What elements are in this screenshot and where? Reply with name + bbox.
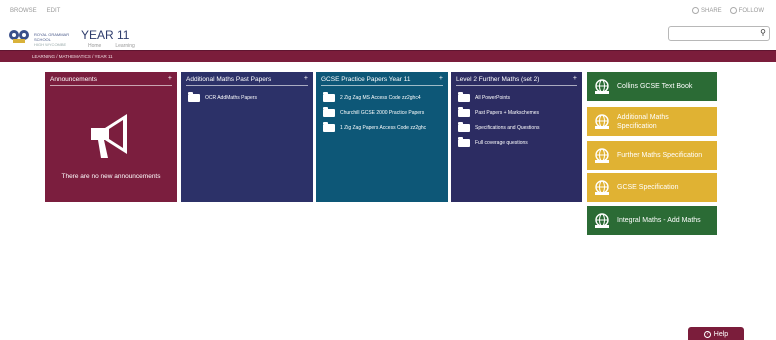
follow-button[interactable]: FOLLOW	[729, 7, 764, 14]
school-name-line2: HIGH WYCOMBE	[34, 42, 67, 47]
list-item[interactable]: Churchill GCSE 2000 Practice Papers	[323, 107, 444, 117]
megaphone-icon	[91, 114, 127, 158]
globe-link-icon	[595, 180, 609, 195]
gcse-spec-button[interactable]: GCSE Specification	[587, 173, 717, 202]
school-logo[interactable]	[8, 28, 30, 44]
list-item[interactable]: Full coverage questions	[458, 137, 578, 147]
level2-further-maths-title[interactable]: Level 2 Further Maths (set 2)	[456, 76, 539, 83]
folder-icon	[458, 107, 470, 117]
announcements-title[interactable]: Announcements	[50, 76, 97, 83]
globe-link-icon	[595, 213, 609, 228]
page-title: YEAR 11	[81, 28, 130, 42]
additional-maths-add-button[interactable]: +	[304, 75, 308, 82]
share-icon	[691, 7, 699, 14]
additional-maths-title[interactable]: Additional Maths Past Papers	[186, 76, 271, 83]
additional-maths-tile: Additional Maths Past Papers + OCR AddMa…	[181, 72, 313, 202]
gcse-practice-header: GCSE Practice Papers Year 11 +	[321, 75, 443, 86]
browse-link[interactable]: BROWSE	[10, 8, 37, 14]
globe-link-icon	[595, 114, 609, 129]
gcse-practice-tile: GCSE Practice Papers Year 11 + 2 Zig Zag…	[316, 72, 448, 202]
additional-maths-header: Additional Maths Past Papers +	[186, 75, 308, 86]
site-header: ROYAL GRAMMAR SCHOOL HIGH WYCOMBE YEAR 1…	[0, 22, 776, 50]
follow-label: FOLLOW	[738, 7, 764, 14]
level2-further-maths-tile: Level 2 Further Maths (set 2) + All Powe…	[451, 72, 582, 202]
search-input[interactable]	[672, 32, 756, 45]
folder-icon	[323, 107, 335, 117]
announcements-add-button[interactable]: +	[168, 75, 172, 82]
help-icon: ?	[703, 331, 711, 338]
sub-navigation: Home Learning	[88, 43, 135, 49]
folder-icon	[188, 92, 200, 102]
collins-textbook-button[interactable]: Collins GCSE Text Book	[587, 72, 717, 101]
further-maths-spec-button[interactable]: Further Maths Specification	[587, 141, 717, 170]
no-announcements-text: There are no new announcements	[61, 173, 161, 180]
folder-icon	[323, 92, 335, 102]
edit-link[interactable]: EDIT	[47, 8, 61, 14]
button-label: Additional Maths Specification	[617, 113, 669, 130]
button-label: GCSE Specification	[617, 184, 679, 191]
list-item[interactable]: OCR AddMaths Papers	[188, 92, 309, 102]
link-label: Full coverage questions	[475, 140, 528, 146]
help-label: Help	[713, 331, 729, 338]
link-label: 2 Zig Zag MS Access Code zz2ghc4	[340, 95, 421, 101]
star-icon	[729, 7, 737, 14]
list-item[interactable]: All PowerPoints	[458, 92, 578, 102]
school-name-line1: ROYAL GRAMMAR SCHOOL	[34, 32, 70, 42]
link-label: OCR AddMaths Papers	[205, 95, 257, 101]
link-label: Specifications and Questions	[475, 125, 540, 131]
announcements-tile: Announcements + There are no new announc…	[45, 72, 177, 202]
list-item[interactable]: 1 Zig Zag Papers Access Code zz2ghc	[323, 122, 444, 132]
list-item[interactable]: Past Papers + Markschemes	[458, 107, 578, 117]
gcse-practice-title[interactable]: GCSE Practice Papers Year 11	[321, 76, 410, 83]
search-icon[interactable]: ⚲	[760, 28, 766, 37]
level2-further-maths-add-button[interactable]: +	[573, 75, 577, 82]
list-item[interactable]: 2 Zig Zag MS Access Code zz2ghc4	[323, 92, 444, 102]
list-item[interactable]: Specifications and Questions	[458, 122, 578, 132]
help-button[interactable]: ? Help	[688, 327, 744, 340]
button-label: Integral Maths - Add Maths	[617, 217, 701, 224]
integral-maths-button[interactable]: Integral Maths - Add Maths	[587, 206, 717, 235]
link-label: Past Papers + Markschemes	[475, 110, 540, 116]
level2-further-maths-header: Level 2 Further Maths (set 2) +	[456, 75, 577, 86]
folder-icon	[458, 137, 470, 147]
folder-icon	[323, 122, 335, 132]
share-button[interactable]: SHARE	[691, 7, 722, 14]
school-name: ROYAL GRAMMAR SCHOOL HIGH WYCOMBE	[34, 32, 76, 47]
announcements-header: Announcements +	[50, 75, 172, 86]
gcse-practice-add-button[interactable]: +	[439, 75, 443, 82]
breadcrumb-bar: LEARNING / MATHEMATICS / YEAR 11	[0, 50, 776, 62]
folder-icon	[458, 122, 470, 132]
search-box: ⚲	[668, 26, 770, 45]
link-label: All PowerPoints	[475, 95, 511, 101]
additional-maths-spec-button[interactable]: Additional Maths Specification	[587, 107, 717, 136]
nav-home[interactable]: Home	[88, 43, 101, 49]
link-label: 1 Zig Zag Papers Access Code zz2ghc	[340, 125, 427, 131]
button-label: Collins GCSE Text Book	[617, 83, 693, 90]
button-label: Further Maths Specification	[617, 152, 703, 159]
nav-learning[interactable]: Learning	[115, 43, 134, 49]
share-label: SHARE	[700, 7, 722, 14]
top-utility-bar: BROWSE EDIT SHARE FOLLOW	[0, 0, 776, 22]
globe-link-icon	[595, 79, 609, 94]
folder-icon	[458, 92, 470, 102]
globe-link-icon	[595, 148, 609, 163]
breadcrumb[interactable]: LEARNING / MATHEMATICS / YEAR 11	[32, 54, 113, 59]
link-label: Churchill GCSE 2000 Practice Papers	[340, 110, 425, 116]
